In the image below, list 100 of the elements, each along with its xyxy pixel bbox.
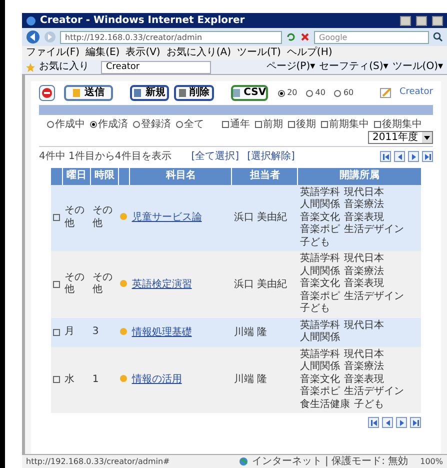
search-field[interactable]: Google <box>314 30 429 44</box>
subject-link[interactable]: 児童サービス論 <box>132 212 202 224</box>
radio-option[interactable]: 40 <box>306 87 326 99</box>
department-name: 英語学科 <box>300 186 340 199</box>
back-icon[interactable] <box>26 30 40 44</box>
table-cell: その他 <box>62 184 90 251</box>
checkbox-option[interactable]: 前期集中 <box>321 116 369 132</box>
star-icon[interactable] <box>26 62 35 72</box>
menu-item[interactable]: 編集(E) <box>86 48 120 58</box>
menu-item[interactable]: お気に入り(A) <box>166 48 231 58</box>
search-icon[interactable] <box>433 32 443 42</box>
table-cell: 水 <box>62 346 90 413</box>
first-page-button[interactable] <box>380 151 391 162</box>
checkbox-option[interactable]: 通年 <box>222 116 250 132</box>
department-name: 人間関係 <box>300 361 340 374</box>
select-all-link[interactable]: [全て選択] <box>191 149 240 164</box>
checkbox-option[interactable]: 後期集中 <box>374 116 422 132</box>
radio-option[interactable]: 60 <box>334 87 354 99</box>
result-summary: 4件中 1件目から4件目を表示 <box>39 150 172 164</box>
department-name: 子ども <box>300 236 330 249</box>
zoom-button[interactable]: 100% <box>420 456 443 468</box>
first-page-button[interactable] <box>368 417 379 428</box>
department-name: 現代日本 <box>344 348 384 360</box>
department-name: 英語学科 <box>300 348 340 361</box>
first-arrow-icon <box>369 418 378 428</box>
table-cell: その他 <box>62 251 90 318</box>
status-dot-icon <box>120 213 128 220</box>
department-name: 音楽療法 <box>344 361 384 374</box>
department-name: 食生活健康 <box>300 398 350 411</box>
csv-button[interactable]: CSV <box>230 85 268 101</box>
prev-page-button[interactable] <box>382 417 393 428</box>
stop-icon[interactable] <box>300 32 310 42</box>
table-cell: 月 <box>62 318 90 346</box>
menu-item[interactable]: ファイル(F) <box>26 48 80 58</box>
last-page-button[interactable] <box>422 151 433 162</box>
delete-button[interactable]: 削除 <box>174 85 214 101</box>
year-dropdown[interactable]: 2011年度 <box>368 131 433 144</box>
department-name: 生活デザイン <box>344 386 404 398</box>
command-menu[interactable]: ページ(P)▾ <box>266 62 316 72</box>
next-page-button[interactable] <box>396 417 407 428</box>
deselect-all-link[interactable]: [選択解除] <box>247 149 295 164</box>
status-dot-icon <box>120 280 128 287</box>
subject-link[interactable]: 情報の活用 <box>132 374 182 386</box>
row-checkbox[interactable] <box>53 214 60 222</box>
table-cell: 川端 隆 <box>232 346 298 413</box>
department-name: 現代日本 <box>344 186 384 198</box>
table-cell: 浜口 美由紀 <box>232 184 298 251</box>
minimize-button[interactable] <box>400 16 411 26</box>
new-button[interactable]: 新規 <box>130 85 170 101</box>
maximize-button[interactable] <box>416 16 427 26</box>
department-name: 子ども <box>300 303 330 316</box>
prev-page-button[interactable] <box>394 151 405 162</box>
command-menu[interactable]: セーフティ(S)▾ <box>319 62 388 72</box>
status-dot-icon <box>120 328 128 334</box>
address-field[interactable]: http://192.168.0.33/creator/admin <box>60 30 282 44</box>
department-name: 音楽ポピ <box>300 290 340 303</box>
department-name: 生活デザイン <box>344 224 404 236</box>
checkbox-option[interactable]: 後期 <box>288 116 316 132</box>
stop-icon <box>42 88 52 98</box>
department-name: 現代日本 <box>344 320 384 332</box>
department-name: 英語学科 <box>300 320 340 332</box>
department-name: 音楽表現 <box>344 374 384 386</box>
menu-item[interactable]: ヘルプ(H) <box>286 48 332 58</box>
radio-option[interactable]: 20 <box>278 87 298 99</box>
next-page-button[interactable] <box>408 151 419 162</box>
radio-option[interactable]: 作成中 <box>47 116 85 132</box>
department-name: 音楽文化 <box>300 278 340 290</box>
radio-option[interactable]: 全て <box>176 116 204 132</box>
pencil-icon <box>380 88 392 98</box>
logo-text: Creator <box>399 86 434 100</box>
row-checkbox[interactable] <box>53 280 60 288</box>
next-arrow-icon <box>397 418 406 428</box>
department-name: 音楽療法 <box>344 266 384 278</box>
menu-item[interactable]: ツール(T) <box>237 48 281 58</box>
close-button[interactable] <box>432 16 443 26</box>
app-icon <box>26 16 36 26</box>
refresh-icon[interactable] <box>286 32 296 42</box>
command-menu[interactable]: ツール(O)▾ <box>392 62 443 72</box>
department-name: 音楽ポピ <box>300 386 340 398</box>
last-arrow-icon <box>423 152 432 162</box>
subject-link[interactable]: 英語検定演習 <box>132 278 192 290</box>
radio-option[interactable]: 登録済 <box>133 116 171 132</box>
checkbox-option[interactable]: 前期 <box>255 116 283 132</box>
favorites-button[interactable]: お気に入り <box>39 62 89 72</box>
last-page-button[interactable] <box>410 417 421 428</box>
browser-tab[interactable]: Creator <box>101 60 211 74</box>
send-button[interactable]: 送信 <box>64 85 114 101</box>
button-icon <box>178 89 186 97</box>
subject-link[interactable]: 情報処理基礎 <box>132 326 192 338</box>
department-name: 音楽ポピ <box>300 224 340 236</box>
first-arrow-icon <box>381 152 390 162</box>
stop-button[interactable] <box>39 85 56 101</box>
table-cell: 浜口 美由紀 <box>232 251 298 318</box>
menu-item[interactable]: 表示(V) <box>126 48 160 58</box>
department-name: 音楽表現 <box>344 212 384 224</box>
caret-icon <box>424 136 430 140</box>
row-checkbox[interactable] <box>53 328 60 336</box>
radio-option[interactable]: 作成済 <box>90 116 128 132</box>
row-checkbox[interactable] <box>53 376 60 384</box>
table-cell: その他 <box>90 184 118 251</box>
